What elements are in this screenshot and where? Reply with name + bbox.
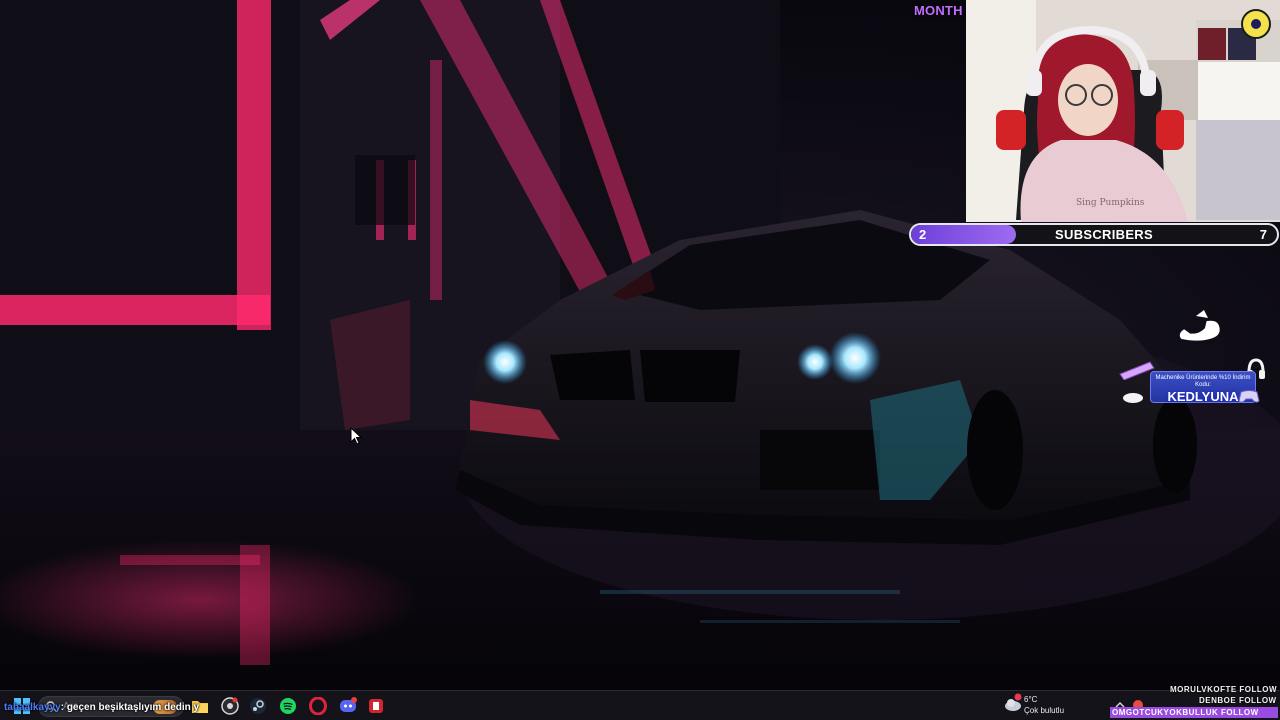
gaming-mouse-icon	[1123, 393, 1143, 403]
discord-icon	[340, 697, 357, 712]
streamer-webcam-image: Sing Pumpkins	[966, 0, 1280, 222]
chrome-button[interactable]	[220, 696, 240, 716]
opera-icon	[309, 697, 327, 715]
mouse-cursor-icon	[350, 427, 362, 445]
subscriber-goal: 7	[1259, 227, 1267, 242]
weather-temperature: 6°C	[1024, 695, 1038, 704]
chrome-icon	[221, 697, 239, 715]
spotify-icon	[280, 698, 296, 714]
subscriber-goal-bar: 2 SUBSCRIBERS 7	[909, 223, 1279, 246]
svg-text:Sing Pumpkins: Sing Pumpkins	[1076, 198, 1145, 208]
gamepad-icon	[1238, 390, 1260, 403]
sponsor-text: Machenike Ürünlerinde %10 İndirim Kodu:	[1155, 375, 1251, 388]
cloud-icon[interactable]	[1003, 693, 1023, 713]
channel-logo-icon	[1241, 9, 1271, 39]
follow-alert: MORULVKOFTE FOLLOW	[1170, 685, 1278, 694]
sponsor-banner: Machenike Ürünlerinde %10 İndirim Kodu: …	[1118, 358, 1266, 408]
phone-icon	[1179, 310, 1220, 341]
chat-username: tahaalkayyy	[4, 702, 61, 713]
discord-button[interactable]	[338, 696, 358, 716]
spotify-button[interactable]	[278, 696, 298, 716]
app-button[interactable]	[366, 696, 386, 716]
chat-text: : geçen beşiktaşlıyım dedin y	[60, 702, 200, 713]
chat-message: tahaalkayyy: geçen beşiktaşlıyım dedin y	[4, 702, 199, 713]
steam-icon	[250, 698, 266, 714]
webcam-feed: Sing Pumpkins	[966, 0, 1280, 222]
follow-alert: DENBOE FOLLOW	[1199, 696, 1277, 705]
weather-description: Çok bulutlu	[1024, 706, 1065, 715]
follow-alert-highlight: OMGOTCUKYOKBULLUK FOLLOW	[1110, 707, 1278, 718]
steam-button[interactable]	[248, 696, 268, 716]
subscriber-label: SUBSCRIBERS	[1055, 227, 1153, 242]
app-icon	[369, 699, 383, 713]
opera-button[interactable]	[308, 696, 328, 716]
